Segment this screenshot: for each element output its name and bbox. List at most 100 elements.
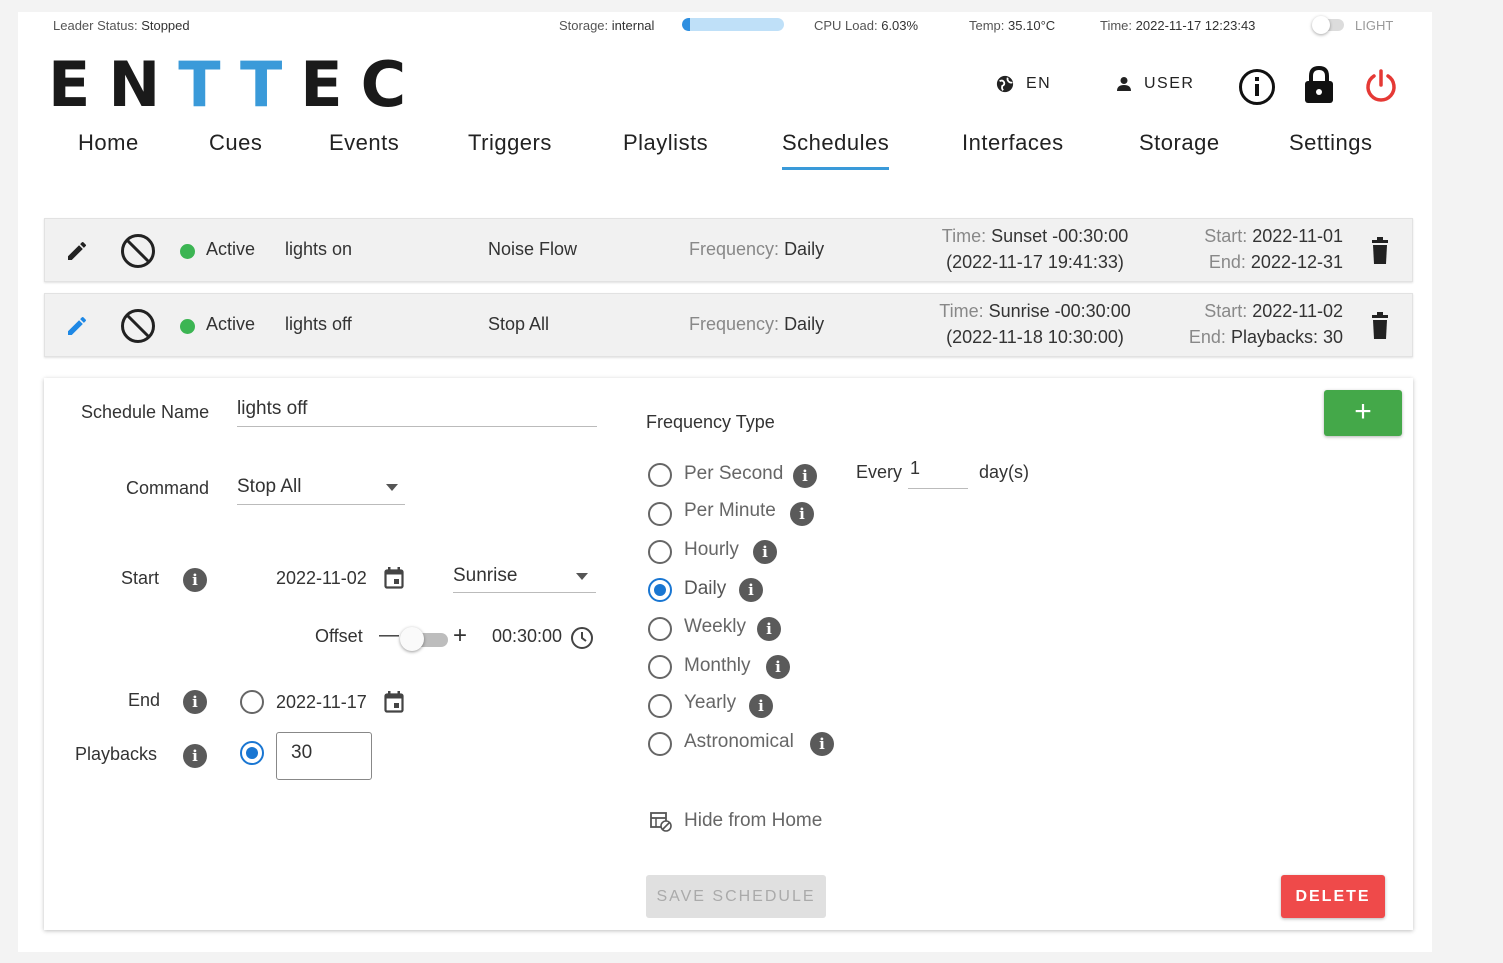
user-label: USER — [1144, 75, 1195, 92]
chevron-down-icon[interactable] — [386, 484, 398, 491]
frequency-radio-weekly[interactable] — [648, 617, 672, 641]
save-schedule-button[interactable]: SAVE SCHEDULE — [646, 875, 826, 918]
edit-icon[interactable] — [65, 239, 89, 263]
schedule-time: Time: Sunset -00:30:00 (2022-11-17 19:41… — [941, 226, 1129, 272]
schedule-name: lights off — [285, 314, 352, 334]
temp-value: 35.10°C — [1008, 18, 1056, 33]
time-label: Time: — [1100, 18, 1133, 33]
user-icon — [1117, 77, 1131, 91]
add-schedule-button[interactable]: + — [1324, 390, 1402, 436]
active-status-dot — [180, 244, 195, 259]
frequency-radio-yearly[interactable] — [648, 694, 672, 718]
frequency-radio-monthly[interactable] — [648, 655, 672, 679]
start-time-type-underline — [453, 592, 596, 593]
storage-label: Storage: — [559, 18, 609, 33]
active-status-dot — [180, 319, 195, 334]
nav-settings[interactable]: Settings — [1289, 130, 1373, 156]
frequency-radio-per-second[interactable] — [648, 463, 672, 487]
nav-triggers[interactable]: Triggers — [468, 130, 552, 156]
end-label: End — [128, 690, 161, 710]
nav-schedules[interactable]: Schedules — [782, 130, 890, 170]
chevron-down-icon[interactable] — [576, 573, 588, 580]
nav-storage[interactable]: Storage — [1139, 130, 1220, 156]
schedule-row[interactable]: Active lights off Stop All Frequency: Da… — [44, 293, 1413, 357]
end-date-radio[interactable] — [240, 690, 264, 714]
edit-icon[interactable] — [65, 314, 89, 338]
hide-from-home-icon[interactable] — [650, 812, 672, 832]
hide-from-home-label[interactable]: Hide from Home — [684, 810, 822, 832]
theme-label: LIGHT — [1355, 18, 1394, 33]
start-date-input[interactable]: 2022-11-02 — [276, 568, 367, 589]
every-underline — [908, 488, 968, 489]
temp-label: Temp: — [969, 18, 1005, 33]
leader-status-value: Stopped — [141, 18, 190, 33]
leader-status: Leader Status: Stopped — [53, 18, 190, 33]
frequency-label-astronomical: Astronomical — [684, 731, 794, 752]
offset-toggle-knob[interactable] — [400, 627, 424, 651]
playbacks-radio[interactable] — [240, 741, 264, 765]
every-input[interactable]: 1 — [910, 458, 920, 479]
user-menu[interactable]: USER — [1116, 75, 1194, 93]
yearly-info-icon[interactable]: i — [749, 694, 773, 718]
monthly-info-icon[interactable]: i — [766, 655, 790, 679]
schedule-status: Active — [206, 239, 256, 259]
frequency-radio-hourly[interactable] — [648, 540, 672, 564]
schedule-name-label: Schedule Name — [81, 402, 210, 422]
offset-time-input[interactable]: 00:30:00 — [492, 626, 562, 647]
start-info-icon[interactable]: i — [183, 568, 207, 592]
playbacks-label: Playbacks — [75, 744, 158, 764]
weekly-info-icon[interactable]: i — [757, 617, 781, 641]
playbacks-input[interactable]: 30 — [276, 732, 372, 780]
start-time-type-select[interactable]: Sunrise — [453, 565, 517, 587]
info-icon[interactable] — [1238, 68, 1276, 106]
astronomical-info-icon[interactable]: i — [810, 732, 834, 756]
nav-events[interactable]: Events — [329, 130, 399, 156]
nav-playlists[interactable]: Playlists — [623, 130, 708, 156]
trash-icon[interactable] — [1370, 312, 1390, 340]
command-underline — [237, 504, 405, 505]
calendar-icon[interactable] — [384, 691, 404, 713]
main-nav: Home Cues Events Triggers Playlists Sche… — [18, 130, 1432, 180]
cpu-label: CPU Load: — [814, 18, 878, 33]
trash-icon[interactable] — [1370, 237, 1390, 265]
hourly-info-icon[interactable]: i — [753, 540, 777, 564]
storage-usage-bar — [682, 18, 784, 31]
time-value: 2022-11-17 12:23:43 — [1135, 18, 1256, 33]
nav-home[interactable]: Home — [78, 130, 139, 156]
schedule-name: lights on — [285, 239, 353, 259]
calendar-icon[interactable] — [384, 567, 404, 589]
language-selector[interactable]: EN — [996, 75, 1051, 93]
lock-icon[interactable] — [1303, 65, 1335, 105]
frequency-label-per-second: Per Second — [684, 463, 784, 484]
nav-cues[interactable]: Cues — [209, 130, 262, 156]
frequency-radio-per-minute[interactable] — [648, 502, 672, 526]
nav-interfaces[interactable]: Interfaces — [962, 130, 1064, 156]
power-icon[interactable] — [1363, 68, 1399, 104]
playbacks-info-icon[interactable]: i — [183, 744, 207, 768]
schedule-status: Active — [206, 314, 256, 334]
schedule-name-underline — [237, 426, 597, 427]
frequency-label-weekly: Weekly — [684, 616, 746, 637]
frequency-radio-daily[interactable] — [648, 578, 672, 602]
command-select[interactable]: Stop All — [237, 476, 301, 498]
delete-schedule-button[interactable]: DELETE — [1281, 875, 1385, 918]
theme-toggle-knob — [1312, 16, 1330, 34]
schedule-row[interactable]: Active lights on Noise Flow Frequency: D… — [44, 218, 1413, 282]
frequency-label-monthly: Monthly — [684, 655, 751, 676]
theme-toggle[interactable] — [1312, 16, 1344, 34]
schedule-dates: Start: 2022-11-02 End: Playbacks: 30 — [1188, 301, 1343, 347]
end-info-icon[interactable]: i — [183, 690, 207, 714]
disable-icon[interactable] — [120, 308, 156, 344]
globe-icon — [996, 75, 1014, 93]
frequency-radio-astronomical[interactable] — [648, 732, 672, 756]
schedule-command: Noise Flow — [488, 239, 578, 259]
daily-info-icon[interactable]: i — [739, 578, 763, 602]
clock-icon[interactable] — [570, 626, 594, 650]
storage-usage-fill — [682, 18, 691, 31]
command-label: Command — [126, 478, 210, 498]
per-minute-info-icon[interactable]: i — [790, 502, 814, 526]
end-date-input[interactable]: 2022-11-17 — [276, 692, 367, 713]
per-second-info-icon[interactable]: i — [793, 464, 817, 488]
disable-icon[interactable] — [120, 233, 156, 269]
schedule-name-input[interactable]: lights off — [237, 398, 307, 420]
